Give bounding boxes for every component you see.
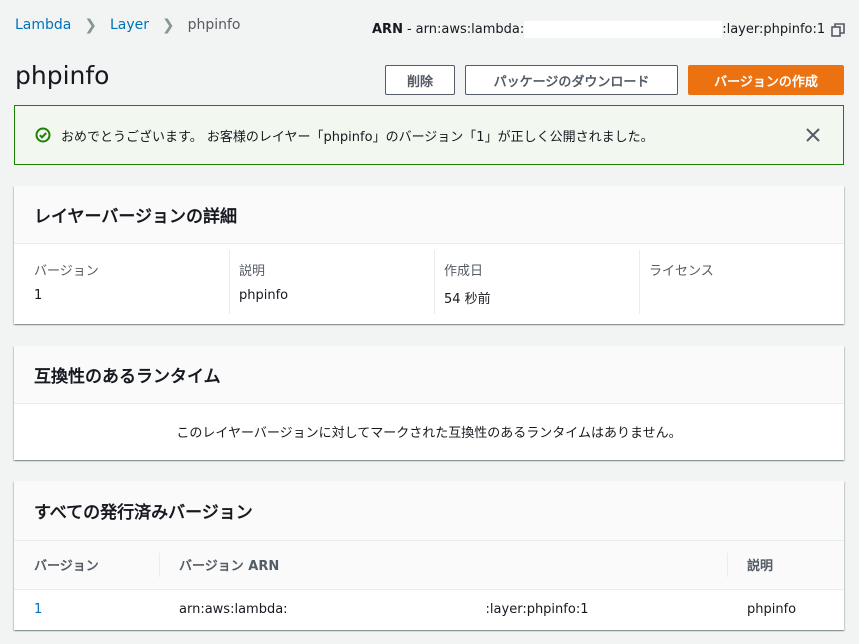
success-flash: おめでとうございます。 お客様のレイヤー「phpinfo」のバージョン「1」が正…	[14, 105, 844, 165]
detail-value: 1	[34, 288, 43, 303]
version-link[interactable]: 1	[14, 589, 159, 629]
detail-value: phpinfo	[239, 288, 289, 303]
arn-redacted	[524, 21, 723, 38]
chevron-right-icon: ❯	[84, 16, 97, 34]
column-header-version[interactable]: バージョン	[14, 541, 159, 590]
detail-label: バージョン	[34, 264, 99, 279]
table-row: 1 arn:aws:lambda: :layer:phpinfo:1 phpinf…	[14, 589, 844, 629]
panel-title: 互換性のあるランタイム	[14, 346, 844, 404]
create-version-button[interactable]: バージョンの作成	[688, 65, 844, 95]
arn-display: ARN - arn:aws:lambda: :layer:phpinfo:1	[372, 21, 845, 38]
arn-suffix: :layer:phpinfo:1	[722, 22, 826, 37]
detail-label: 説明	[239, 264, 266, 279]
copy-icon[interactable]	[831, 22, 845, 37]
detail-created: 作成日 54 秒前	[434, 244, 639, 324]
check-circle-icon	[35, 127, 51, 143]
panel-title: レイヤーバージョンの詳細	[14, 186, 844, 244]
breadcrumb-current: phpinfo	[187, 17, 241, 33]
download-package-button[interactable]: パッケージのダウンロード	[465, 65, 678, 95]
layer-version-details-panel: レイヤーバージョンの詳細 バージョン 1 説明 phpinfo 作成日 54 秒…	[14, 186, 844, 324]
version-arn: arn:aws:lambda: :layer:phpinfo:1	[159, 589, 727, 629]
breadcrumb-layer[interactable]: Layer	[110, 17, 149, 33]
arn-suffix: :layer:phpinfo:1	[485, 601, 589, 617]
detail-value: 54 秒前	[444, 292, 491, 307]
chevron-right-icon: ❯	[162, 16, 175, 34]
close-icon[interactable]	[805, 127, 821, 143]
arn-separator: -	[406, 22, 412, 37]
breadcrumb-lambda[interactable]: Lambda	[15, 17, 71, 33]
column-label: バージョン ARN	[179, 559, 280, 575]
detail-description: 説明 phpinfo	[229, 244, 434, 324]
column-label: バージョン	[34, 559, 99, 575]
compatible-runtimes-panel: 互換性のあるランタイム このレイヤーバージョンに対してマークされた互換性のあるラ…	[14, 346, 844, 460]
arn-label: ARN	[372, 22, 403, 37]
version-description: phpinfo	[747, 601, 797, 617]
breadcrumb: Lambda ❯ Layer ❯ phpinfo	[15, 16, 240, 34]
page-title: phpinfo	[15, 61, 110, 90]
detail-version: バージョン 1	[14, 244, 229, 324]
arn-prefix: arn:aws:lambda:	[415, 22, 525, 37]
column-header-description[interactable]: 説明	[727, 541, 844, 590]
column-header-arn[interactable]: バージョン ARN	[159, 541, 727, 590]
column-label: 説明	[747, 559, 774, 575]
all-versions-panel: すべての発行済みバージョン バージョン バージョン ARN 説明 1 arn:a…	[14, 481, 844, 630]
delete-button[interactable]: 削除	[385, 65, 455, 95]
arn-prefix: arn:aws:lambda:	[179, 601, 288, 617]
panel-title: すべての発行済みバージョン	[14, 481, 844, 541]
detail-license: ライセンス	[639, 244, 844, 324]
detail-label: ライセンス	[649, 264, 714, 279]
empty-runtimes-message: このレイヤーバージョンに対してマークされた互換性のあるランタイムはありません。	[176, 426, 682, 441]
flash-message: おめでとうございます。 お客様のレイヤー「phpinfo」のバージョン「1」が正…	[61, 129, 654, 145]
detail-label: 作成日	[444, 264, 484, 279]
page: Lambda ❯ Layer ❯ phpinfo ARN - arn:aws:l…	[0, 0, 859, 644]
versions-table: バージョン バージョン ARN 説明 1 arn:aws:lambda: :lay…	[14, 541, 844, 629]
